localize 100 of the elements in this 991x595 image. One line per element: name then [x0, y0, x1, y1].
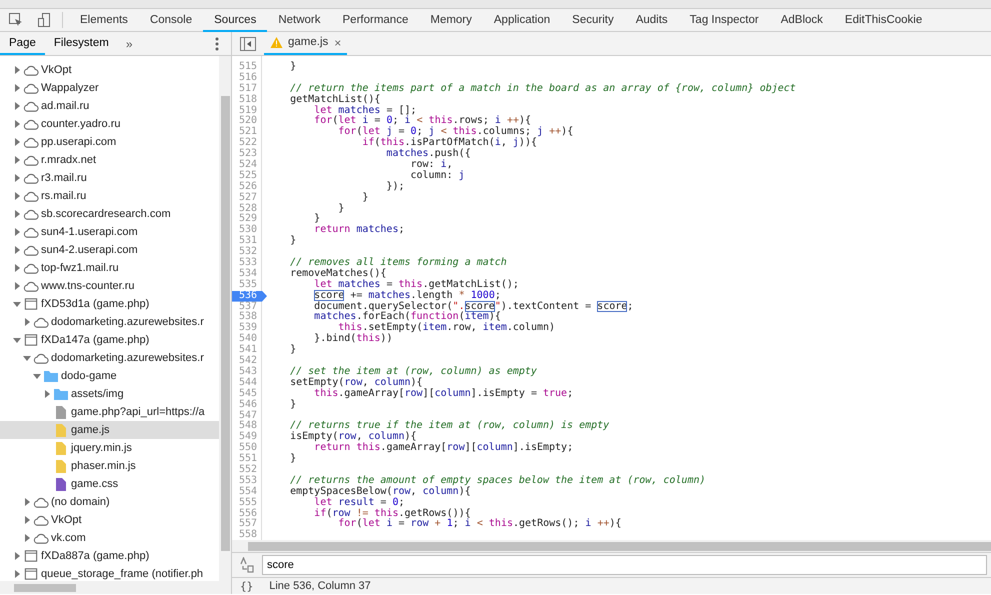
tree-item-label[interactable]: pp.userapi.com	[41, 134, 116, 150]
tree-item[interactable]: sun4-2.userapi.com	[0, 241, 219, 259]
search-field[interactable]: score	[262, 555, 987, 575]
tree-item-label[interactable]: fXD53d1a (game.php)	[41, 296, 150, 312]
close-button[interactable]: ×	[328, 36, 342, 50]
toggle-navigator-icon[interactable]	[240, 36, 256, 50]
panel-tab[interactable]: Console	[138, 8, 204, 32]
tree-item-label[interactable]: sb.scorecardresearch.com	[41, 206, 171, 222]
tree-item[interactable]: game.css	[0, 475, 219, 493]
tree-item[interactable]: assets/img	[0, 385, 219, 403]
tree-item[interactable]: r.mradx.net	[0, 151, 219, 169]
expand-arrow-icon[interactable]	[12, 173, 22, 183]
tree-item[interactable]: sb.scorecardresearch.com	[0, 205, 219, 223]
expand-arrow-icon[interactable]	[12, 137, 22, 147]
collapse-arrow-icon[interactable]	[32, 371, 42, 381]
tree-item[interactable]: sun4-1.userapi.com	[0, 223, 219, 241]
expand-arrow-icon[interactable]	[12, 155, 22, 165]
collapse-arrow-icon[interactable]	[22, 353, 32, 363]
expand-arrow-icon[interactable]	[12, 119, 22, 129]
tree-item-label[interactable]: VkOpt	[41, 62, 72, 78]
expand-arrow-icon[interactable]	[22, 317, 32, 327]
tree-item-label[interactable]: r3.mail.ru	[41, 170, 87, 186]
tree-item[interactable]: ad.mail.ru	[0, 97, 219, 115]
tree-item[interactable]: dodomarketing.azurewebsites.r	[0, 313, 219, 331]
navigator-tab[interactable]: Filesystem	[44, 32, 118, 55]
expand-arrow-icon[interactable]	[22, 497, 32, 507]
tree-item[interactable]: jquery.min.js	[0, 439, 219, 457]
tree-item[interactable]: fXD53d1a (game.php)	[0, 295, 219, 313]
panel-tab[interactable]: AdBlock	[770, 8, 834, 32]
panel-tab[interactable]: Elements	[69, 8, 139, 32]
panel-tab[interactable]: Application	[482, 8, 562, 32]
expand-arrow-icon[interactable]	[12, 191, 22, 201]
tree-item-label[interactable]: fXDa887a (game.php)	[41, 548, 150, 564]
tree-item[interactable]: www.tns-counter.ru	[0, 277, 219, 295]
panel-tab[interactable]: Tag Inspector	[678, 8, 770, 32]
horizontal-scrollbar[interactable]	[0, 581, 231, 594]
tree-item[interactable]: game.js	[0, 421, 219, 439]
expand-arrow-icon[interactable]	[12, 551, 22, 561]
pretty-print-button[interactable]: {}	[232, 578, 262, 594]
expand-arrow-icon[interactable]	[12, 263, 22, 273]
tree-item-label[interactable]: fXDa147a (game.php)	[41, 332, 150, 348]
tree-item-label[interactable]: sun4-2.userapi.com	[41, 242, 138, 258]
tree-item[interactable]: r3.mail.ru	[0, 169, 219, 187]
expand-arrow-icon[interactable]	[22, 533, 32, 543]
tree-item[interactable]: rs.mail.ru	[0, 187, 219, 205]
collapse-arrow-icon[interactable]	[12, 335, 22, 345]
tree-item[interactable]: dodo-game	[0, 367, 219, 385]
expand-arrow-icon[interactable]	[12, 209, 22, 219]
panel-tab[interactable]: Memory	[419, 8, 483, 32]
expand-arrow-icon[interactable]	[12, 281, 22, 291]
panel-tab[interactable]: EditThisCookie	[834, 8, 934, 32]
file-tab[interactable]: game.js	[288, 34, 328, 52]
tree-item[interactable]: VkOpt	[0, 511, 219, 529]
tree-item[interactable]: fXDa147a (game.php)	[0, 331, 219, 349]
tree-item-label[interactable]: VkOpt	[51, 512, 82, 528]
tree-item-label[interactable]: sun4-1.userapi.com	[41, 224, 138, 240]
tree-item-label[interactable]: dodomarketing.azurewebsites.r	[51, 350, 204, 366]
tree-item-label[interactable]: game.js	[71, 422, 110, 438]
expand-arrow-icon[interactable]	[22, 515, 32, 525]
tree-item-label[interactable]: Wappalyzer	[41, 80, 99, 96]
device-toolbar-icon[interactable]	[36, 12, 52, 28]
expand-arrow-icon[interactable]	[12, 101, 22, 111]
expand-arrow-icon[interactable]	[12, 83, 22, 93]
replace-icon[interactable]	[240, 557, 254, 573]
tree-item-label[interactable]: ad.mail.ru	[41, 98, 90, 114]
expand-arrow-icon[interactable]	[42, 389, 52, 399]
tree-item-label[interactable]: game.php?api_url=https://a	[71, 404, 205, 420]
tree-item[interactable]: dodomarketing.azurewebsites.r	[0, 349, 219, 367]
tree-item[interactable]: game.php?api_url=https://a	[0, 403, 219, 421]
expand-arrow-icon[interactable]	[12, 65, 22, 75]
tree-item[interactable]: phaser.min.js	[0, 457, 219, 475]
tree-item[interactable]: (no domain)	[0, 493, 219, 511]
menu-icon[interactable]	[215, 36, 219, 52]
panel-tab[interactable]: Performance	[332, 8, 420, 32]
tree-item[interactable]: fXDa887a (game.php)	[0, 547, 219, 565]
panel-tab[interactable]: Network	[267, 8, 332, 32]
collapse-arrow-icon[interactable]	[12, 299, 22, 309]
expand-arrow-icon[interactable]	[12, 569, 22, 579]
tree-item-label[interactable]: assets/img	[71, 386, 124, 402]
vertical-scrollbar[interactable]	[219, 56, 231, 581]
tree-item-label[interactable]: counter.yadro.ru	[41, 116, 120, 132]
tree-item[interactable]: VkOpt	[0, 61, 219, 79]
horizontal-scrollbar[interactable]	[232, 540, 991, 552]
navigator-tab[interactable]: Page	[0, 32, 45, 55]
panel-tab[interactable]: Audits	[624, 8, 679, 32]
tree-item[interactable]: Wappalyzer	[0, 79, 219, 97]
expand-arrow-icon[interactable]	[12, 245, 22, 255]
expand-arrow-icon[interactable]	[12, 227, 22, 237]
breakpoint-line-number[interactable]: 536	[232, 290, 267, 302]
tree-item-label[interactable]: vk.com	[51, 530, 86, 546]
tree-item-label[interactable]: jquery.min.js	[71, 440, 132, 456]
tree-item-label[interactable]: (no domain)	[51, 494, 110, 510]
tree-item-label[interactable]: dodomarketing.azurewebsites.r	[51, 314, 204, 330]
tree-item[interactable]: vk.com	[0, 529, 219, 547]
panel-tab[interactable]: Security	[561, 8, 625, 32]
tree-item[interactable]: counter.yadro.ru	[0, 115, 219, 133]
tree-item-label[interactable]: r.mradx.net	[41, 152, 96, 168]
more-tabs-button[interactable]: »	[118, 34, 140, 52]
tree-item[interactable]: queue_storage_frame (notifier.ph	[0, 565, 219, 581]
tree-item[interactable]: top-fwz1.mail.ru	[0, 259, 219, 277]
